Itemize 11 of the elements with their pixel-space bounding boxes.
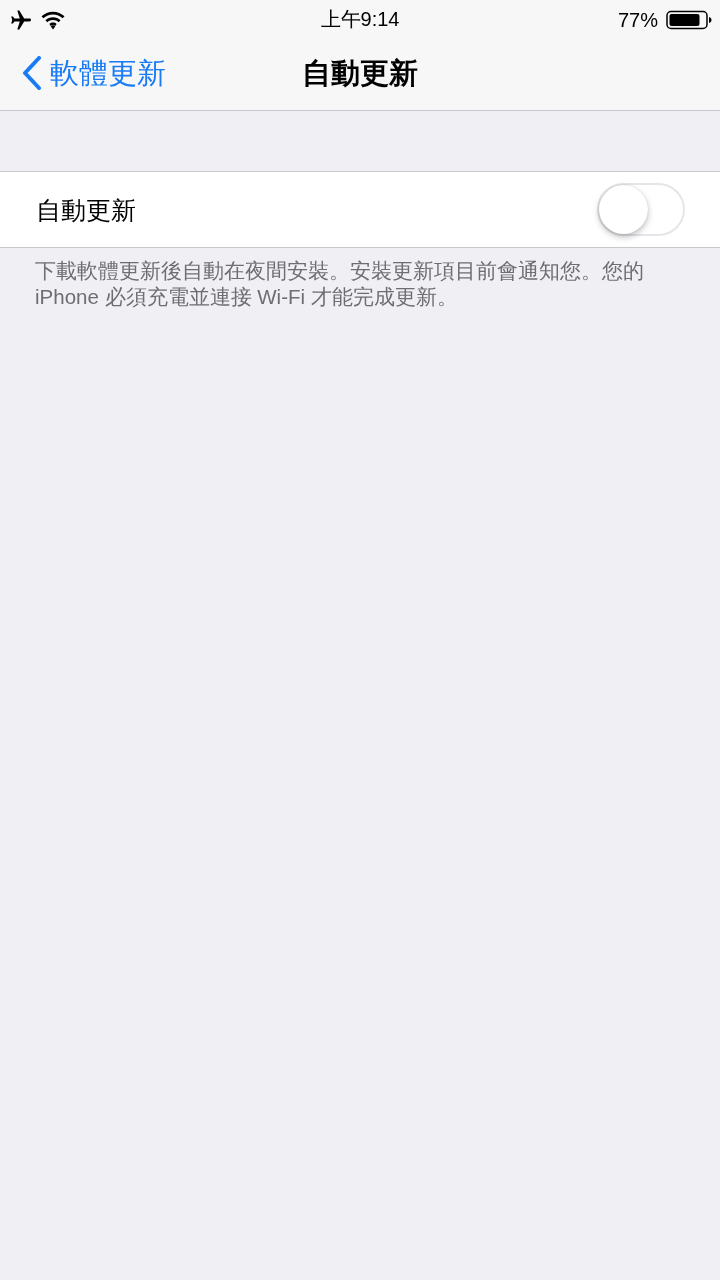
row-label: 自動更新: [36, 194, 136, 226]
back-button[interactable]: 軟體更新: [0, 55, 166, 91]
airplane-icon: [10, 10, 32, 30]
chevron-left-icon: [22, 56, 42, 90]
battery-percentage: 77%: [617, 8, 658, 33]
wifi-icon: [40, 10, 66, 30]
status-time: 上午9:14: [320, 7, 400, 32]
footer-description: 下載軟體更新後自動在夜間安裝。安裝更新項目前會通知您。您的 iPhone 必須充電並連接 Wi-Fi 才能完成更新。: [35, 258, 645, 310]
page-title: 自動更新: [302, 56, 418, 91]
toggle-switch[interactable]: [597, 183, 685, 236]
battery-icon: [666, 10, 712, 30]
